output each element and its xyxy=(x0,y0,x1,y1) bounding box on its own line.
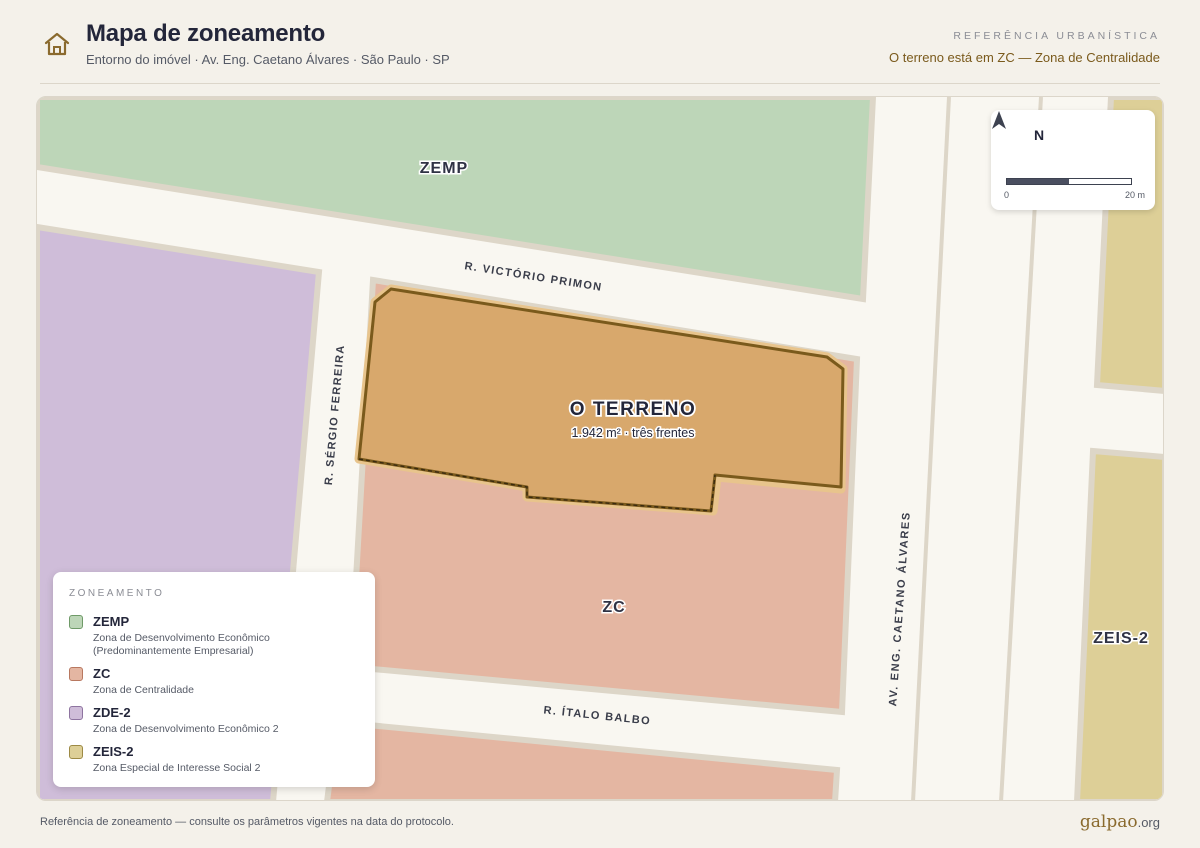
page-title: Mapa de zoneamento xyxy=(86,20,326,47)
legend-code: ZEIS-2 xyxy=(93,744,134,759)
zoning-map[interactable]: ZEMP ZC ZEIS-2 R. VICTÓRIO PRIMON R. SÉR… xyxy=(36,96,1164,801)
legend-code: ZEMP xyxy=(93,614,130,629)
scale-bar xyxy=(1006,178,1132,185)
legend-swatch-zc xyxy=(69,667,83,681)
legend-swatch-zeis2 xyxy=(69,745,83,759)
north-arrow-icon xyxy=(992,111,1006,129)
legend-code: ZDE-2 xyxy=(93,705,131,720)
scale-zero-label: 0 xyxy=(1004,190,1010,200)
footer-note: Referência de zoneamento — consulte os p… xyxy=(40,816,454,828)
brand-name: galpao xyxy=(1079,812,1138,832)
legend-swatch-zde2 xyxy=(69,706,83,720)
scale-card: N 0 20 m xyxy=(991,110,1155,210)
scale-bar-fill xyxy=(1007,179,1069,184)
legend-swatch-zemp xyxy=(69,615,83,629)
zone-zeis2-block-lower xyxy=(1074,447,1163,800)
north-label: N xyxy=(1034,127,1045,143)
scale-max-label: 20 m xyxy=(1124,190,1145,200)
brand-tld: .org xyxy=(1137,815,1160,830)
legend-code: ZC xyxy=(93,666,111,681)
page-header: Mapa de zoneamento Entorno do imóvel · A… xyxy=(40,0,1160,84)
legend-desc: Zona de Centralidade xyxy=(93,684,194,696)
home-icon xyxy=(44,32,70,56)
zone-note: O terreno está em ZC — Zona de Centralid… xyxy=(889,50,1160,65)
page-subtitle: Entorno do imóvel · Av. Eng. Caetano Álv… xyxy=(86,52,450,67)
brand-logo[interactable]: galpao.org xyxy=(1080,812,1160,832)
legend-title: Zoneamento xyxy=(69,588,165,599)
zoning-legend: Zoneamento ZEMP Zona de Desenvolvimento … xyxy=(53,572,375,787)
legend-desc: Zona Especial de Interesse Social 2 xyxy=(93,762,261,774)
eyebrow-label: Referência urbanística xyxy=(953,30,1160,42)
legend-desc: Zona de Desenvolvimento Econômico (Predo… xyxy=(93,632,270,657)
legend-desc: Zona de Desenvolvimento Econômico 2 xyxy=(93,723,279,735)
